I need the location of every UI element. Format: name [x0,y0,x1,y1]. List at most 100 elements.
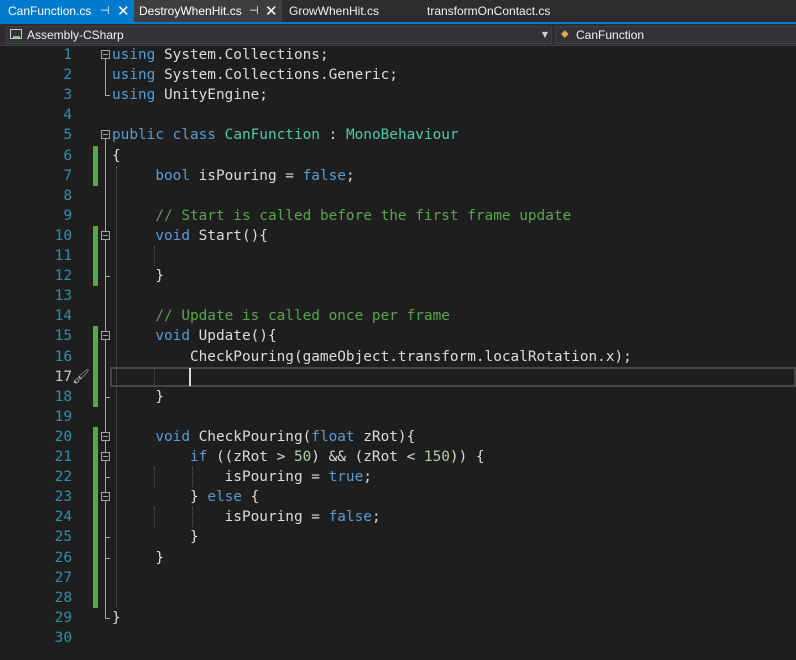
code-line: 8 [0,186,796,206]
code-text[interactable]: // Start is called before the first fram… [112,206,571,226]
tab-transformoncontact[interactable]: transformOnContact.cs [422,0,582,22]
code-text[interactable]: // Update is called once per frame [112,306,450,326]
code-text[interactable]: CheckPouring(gameObject.transform.localR… [112,347,632,367]
code-text[interactable]: using System.Collections; [112,45,329,65]
code-text[interactable]: } [112,527,199,547]
code-token: ; [371,509,381,526]
code-line: 11 [0,246,796,266]
code-token: 150 [423,449,450,465]
code-line: 10 void Start(){ [0,226,796,246]
code-token: } [112,529,199,546]
line-number: 29 [54,609,72,626]
code-line: 21 if ((zRot > 50) && (zRot < 150)) { [0,447,796,467]
code-token: } [112,609,121,626]
code-text[interactable]: isPouring = false; [112,507,381,527]
code-token: : [319,127,346,144]
code-text[interactable]: } [112,548,164,568]
line-number: 7 [63,167,72,184]
tab-label: GrowWhenHit.cs [289,4,380,18]
code-line: 29} [0,608,796,628]
code-token: )) { [449,449,485,465]
code-line: 27 [0,568,796,588]
code-text[interactable]: isPouring = true; [112,467,372,487]
code-line: 26 } [0,548,796,568]
code-line: 7 bool isPouring = false; [0,166,796,186]
tab-canfunction[interactable]: CanFunction.cs ⊣ ✕ [0,0,134,22]
code-token: using [112,47,156,63]
line-number: 15 [54,328,72,345]
code-editor[interactable]: 🖌 1 using System.Collections; 2 using System… [0,46,796,660]
code-text[interactable]: void Start(){ [112,226,268,246]
code-line: 22 isPouring = true; [0,467,796,487]
code-text[interactable]: void CheckPouring(float zRot){ [112,427,415,447]
code-line: 24 isPouring = false; [0,507,796,527]
code-text[interactable]: } [112,608,121,628]
line-number: 9 [63,207,72,224]
code-token: ((zRot > [207,449,294,465]
code-text[interactable]: } [112,387,164,407]
code-token: } [112,489,208,506]
code-line: 2 using System.Collections.Generic; [0,65,796,85]
code-text[interactable]: } else { [112,487,259,507]
line-number: 23 [54,489,72,506]
code-token: UnityEngine; [155,87,268,104]
code-text[interactable]: void Update(){ [112,326,277,346]
project-dropdown[interactable]: Assembly-CSharp ▼ [6,26,552,44]
project-label: Assembly-CSharp [27,28,124,42]
line-number: 10 [54,227,72,244]
code-token: isPouring = [112,469,329,486]
code-text[interactable]: { [112,146,121,166]
line-number: 14 [54,308,72,325]
code-text[interactable]: using UnityEngine; [112,85,268,105]
code-token: Update(){ [189,328,277,345]
code-text[interactable]: using System.Collections.Generic; [112,65,398,85]
code-token: } [112,268,164,285]
line-number: 21 [54,449,72,465]
member-dropdown[interactable]: ⬥ CanFunction [555,26,796,44]
tab-label: DestroyWhenHit.cs [139,4,242,18]
close-icon[interactable]: ✕ [117,0,130,22]
line-number: 22 [54,469,72,486]
line-number: 13 [54,288,72,305]
line-number: 18 [54,388,72,405]
code-token: CheckPouring( [189,428,312,445]
code-token: } [112,549,164,566]
code-token: else [207,489,242,506]
close-icon[interactable]: ✕ [265,0,278,22]
code-text[interactable]: if ((zRot > 50) && (zRot < 150)) { [112,447,485,467]
pin-icon[interactable]: ⊣ [249,0,259,22]
code-line: 18 } [0,387,796,407]
code-text[interactable]: bool isPouring = false; [112,166,355,186]
line-number: 5 [63,127,72,144]
code-token: isPouring = [189,167,303,184]
code-token: void [155,428,190,445]
code-token: using [112,87,156,104]
code-line: 17 [0,367,796,387]
line-number: 6 [63,147,72,164]
code-token: false [302,167,346,184]
code-line: 4 [0,105,796,125]
line-number: 11 [54,248,72,264]
line-number: 12 [54,268,72,285]
code-token: float [311,428,355,445]
line-number: 20 [54,428,72,445]
code-text[interactable]: public class CanFunction : MonoBehaviour [112,125,459,145]
code-token: if [189,449,208,465]
tab-destroywhenhit[interactable]: DestroyWhenHit.cs ⊣ ✕ [134,0,282,22]
code-token: { [241,489,260,506]
code-line: 14 // Update is called once per frame [0,306,796,326]
line-number: 24 [54,509,72,526]
code-token: zRot){ [354,428,416,445]
tab-growwhenhit[interactable]: GrowWhenHit.cs [282,0,422,22]
code-token: ; [345,167,355,184]
code-text[interactable]: } [112,266,164,286]
code-line: 16 CheckPouring(gameObject.transform.loc… [0,347,796,367]
pin-icon[interactable]: ⊣ [100,0,110,22]
line-number: 30 [54,629,72,646]
